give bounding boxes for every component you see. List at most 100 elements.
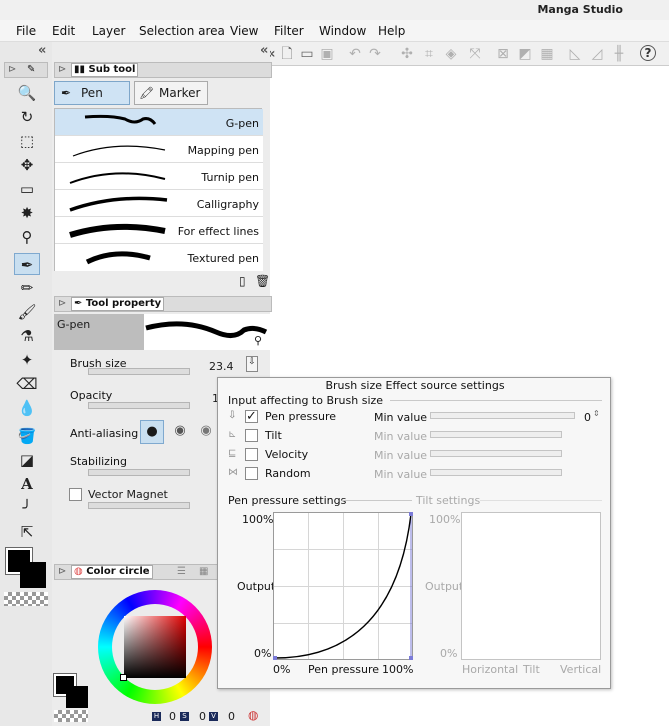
decoration-icon[interactable]: ✦	[14, 349, 40, 371]
opacity-slider[interactable]	[88, 402, 190, 409]
pencil-icon[interactable]: ✏	[14, 277, 40, 299]
color-sub-swatch[interactable]	[66, 686, 88, 708]
zoom-icon[interactable]: 🔍	[14, 82, 40, 104]
pen-tool-icon[interactable]: ✒	[14, 253, 40, 275]
selection-rect-icon[interactable]: ▭	[14, 178, 40, 200]
tool-property-tab[interactable]: ✒ Tool property	[71, 297, 165, 311]
color-mode-icon[interactable]: ◍	[248, 708, 258, 722]
menu-help[interactable]: Help	[378, 24, 405, 38]
velocity-checkbox[interactable]	[245, 448, 258, 461]
tone-icon[interactable]: ▦	[538, 45, 556, 63]
effect-source-button[interactable]: ⇩	[246, 356, 258, 372]
spinner-icon[interactable]: ⇕	[593, 409, 600, 418]
pen-pressure-checkbox[interactable]: ✓	[245, 410, 258, 423]
preview-zoom-icon[interactable]: ⚲	[254, 334, 262, 347]
list-item-turnip-pen[interactable]: Turnip pen	[55, 163, 263, 190]
color-set-tab-icon[interactable]: ▦	[199, 566, 208, 577]
list-item-calligraphy[interactable]: Calligraphy	[55, 190, 263, 217]
new-file-icon[interactable]: 🗋	[278, 45, 296, 63]
anti-aliasing-none-option[interactable]: ●	[140, 420, 164, 444]
collapse-right-icon[interactable]: «	[260, 43, 268, 58]
save-icon[interactable]: ▣	[318, 45, 336, 63]
menu-view[interactable]: View	[230, 24, 258, 38]
help-icon[interactable]: ?	[640, 45, 656, 61]
rotate-icon[interactable]: ↻	[14, 106, 40, 128]
menu-selection-area[interactable]: Selection area	[139, 24, 225, 38]
pin-icon[interactable]: ⊳	[58, 566, 66, 577]
tab-marker[interactable]: 🖍 Marker	[134, 81, 208, 105]
list-item-mapping-pen[interactable]: Mapping pen	[55, 136, 263, 163]
pen-pressure-min-label: Min value	[374, 411, 428, 424]
new-subtool-icon[interactable]: ▯	[239, 274, 246, 288]
fill-icon[interactable]: ◩	[516, 45, 534, 63]
list-item-textured-pen[interactable]: Textured pen	[55, 244, 263, 271]
velocity-min-slider[interactable]	[430, 450, 562, 457]
saturation-value-square[interactable]	[124, 616, 186, 678]
ruler-icon[interactable]: ◺	[566, 45, 584, 63]
menu-layer[interactable]: Layer	[92, 24, 125, 38]
color-circle-tab[interactable]: ◍ Color circle	[71, 565, 153, 579]
text-icon[interactable]: A	[14, 473, 40, 495]
transparent-swatch[interactable]	[4, 592, 48, 606]
fill-tool-icon[interactable]: 🪣	[14, 425, 40, 447]
pin-icon[interactable]: ⊳	[58, 64, 66, 75]
collapse-left-icon[interactable]: «	[38, 43, 46, 58]
color-transparent-swatch[interactable]	[54, 710, 88, 722]
figure-icon[interactable]: ╯	[14, 497, 40, 519]
vector-magnet-checkbox[interactable]	[69, 488, 82, 501]
vector-magnet-slider[interactable]	[88, 502, 190, 509]
list-item-g-pen[interactable]: G-pen	[55, 109, 263, 136]
tab-pen[interactable]: ✒ Pen	[54, 81, 130, 105]
menu-window[interactable]: Window	[319, 24, 366, 38]
pen-pressure-curve-graph[interactable]	[273, 512, 413, 660]
redo-icon[interactable]: ↷	[366, 45, 384, 63]
list-item-for-effect-lines[interactable]: For effect lines	[55, 217, 263, 244]
stabilizing-slider[interactable]	[88, 469, 190, 476]
pen-pressure-settings-label: Pen pressure settings	[228, 494, 347, 507]
perspective-icon[interactable]: ◿	[588, 45, 606, 63]
brush-icon[interactable]: 🖌	[14, 301, 40, 323]
menu-edit[interactable]: Edit	[52, 24, 75, 38]
auto-select-icon[interactable]: ✸	[14, 202, 40, 224]
hue-ring[interactable]	[98, 590, 212, 704]
random-checkbox[interactable]	[245, 467, 258, 480]
anti-aliasing-medium-option[interactable]: ◉	[194, 420, 218, 444]
menu-file[interactable]: File	[16, 24, 36, 38]
move-icon[interactable]: ✥	[14, 154, 40, 176]
random-min-slider[interactable]	[430, 469, 562, 476]
undo-icon[interactable]: ↶	[346, 45, 364, 63]
airbrush-icon[interactable]: ⚗	[14, 325, 40, 347]
menu-filter[interactable]: Filter	[274, 24, 304, 38]
selection-icon[interactable]: ✣	[398, 45, 416, 63]
object-icon[interactable]: ⬚	[14, 130, 40, 152]
trash-icon[interactable]: 🗑	[255, 274, 270, 288]
command-bar: « 🗋 ▭ ▣ ↶ ↷ ✣ ⌗ ◈ ⤧ ⊠ ◩ ▦ ◺ ◿ ╫ ?	[266, 42, 669, 66]
pen-tool-tab-icon[interactable]: ✎	[27, 64, 35, 75]
pressure-curve[interactable]	[273, 512, 413, 660]
color-slider-tab-icon[interactable]: ☰	[177, 566, 186, 577]
pin-icon[interactable]: ⊳	[58, 298, 66, 309]
anti-aliasing-weak-option[interactable]: ◉	[168, 420, 192, 444]
object-select-icon[interactable]: ⇱	[14, 521, 40, 543]
grid-ruler-icon[interactable]: ╫	[610, 45, 628, 63]
open-folder-icon[interactable]: ▭	[298, 45, 316, 63]
eraser-icon[interactable]: ⌫	[14, 373, 40, 395]
scale-icon[interactable]: ⤧	[466, 45, 484, 63]
tilt-graph-y-max: 100%	[429, 513, 461, 526]
eraser-selection-icon[interactable]: ◈	[442, 45, 460, 63]
transform-icon[interactable]: ⌗	[420, 45, 438, 63]
clear-icon[interactable]: ⊠	[494, 45, 512, 63]
subtool-tab[interactable]: ▮▮ Sub tool	[71, 63, 139, 77]
vector-magnet-label: Vector Magnet	[88, 488, 168, 501]
pen-pressure-min-slider[interactable]	[430, 412, 575, 419]
brush-size-slider[interactable]	[88, 368, 190, 375]
tool-tab-header: ⊳ ✎	[4, 62, 48, 78]
tilt-min-slider[interactable]	[430, 431, 562, 438]
gradient-icon[interactable]: ◪	[14, 449, 40, 471]
eyedropper-icon[interactable]: ⚲	[14, 226, 40, 248]
tilt-checkbox[interactable]	[245, 429, 258, 442]
pin-icon[interactable]: ⊳	[8, 64, 16, 75]
color-cursor[interactable]	[120, 674, 127, 681]
sub-color-swatch[interactable]	[20, 562, 46, 588]
blend-icon[interactable]: 💧	[14, 397, 40, 419]
